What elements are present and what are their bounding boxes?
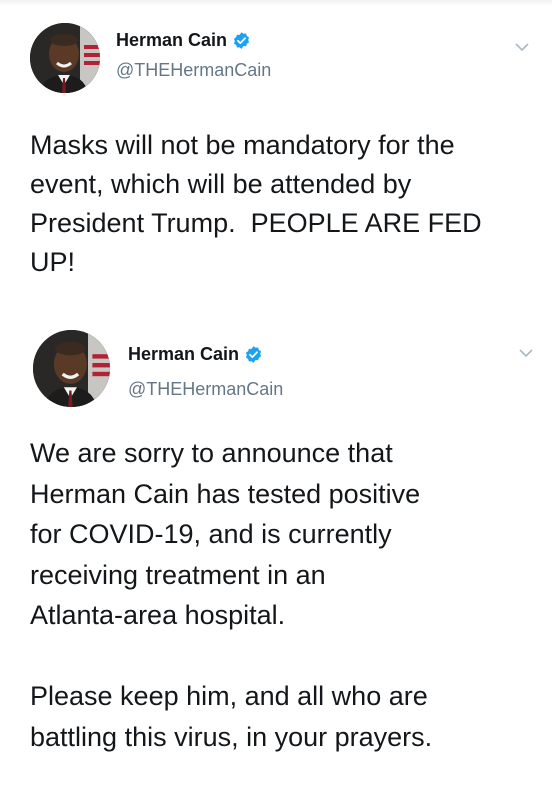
avatar[interactable] (30, 23, 100, 93)
author-name[interactable]: Herman Cain (116, 30, 227, 51)
profile-photo-icon (33, 330, 110, 407)
tweet-text: We are sorry to announce that Herman Cai… (30, 438, 433, 752)
chevron-down-icon[interactable] (514, 42, 530, 52)
avatar[interactable] (33, 330, 110, 407)
author-row[interactable]: Herman Cain (116, 30, 251, 51)
top-divider (0, 0, 552, 6)
author-handle[interactable]: @THEHermanCain (128, 379, 283, 400)
verified-badge-icon (232, 31, 251, 50)
profile-photo-icon (30, 23, 100, 93)
verified-badge-icon (244, 345, 263, 364)
author-row[interactable]: Herman Cain (128, 344, 263, 365)
tweet-text: Masks will not be mandatory for the even… (30, 130, 482, 277)
author-name[interactable]: Herman Cain (128, 344, 239, 365)
chevron-down-icon[interactable] (518, 348, 534, 358)
tweet-card[interactable]: Herman Cain @THEHermanCain Masks will no… (0, 20, 552, 320)
tweet-card[interactable]: Herman Cain @THEHermanCain We are sorry … (0, 326, 552, 786)
author-handle[interactable]: @THEHermanCain (116, 60, 271, 81)
